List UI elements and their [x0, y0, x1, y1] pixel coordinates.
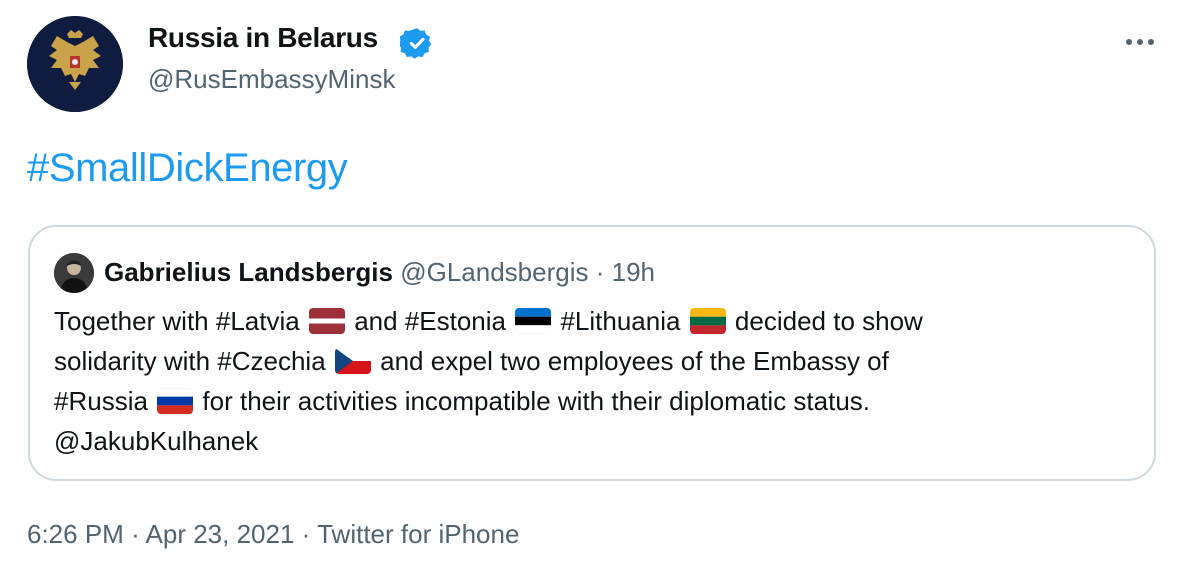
text-segment: for their activities incompatible with t… [202, 386, 871, 416]
quoted-author-avatar[interactable] [54, 253, 94, 293]
quoted-mention-link[interactable]: @JakubKulhanek [54, 421, 1134, 461]
quoted-line-3: #Russia for their activities incompatibl… [54, 381, 1134, 421]
quoted-header: Gabrielius Landsbergis @GLandsbergis · 1… [104, 257, 655, 288]
text-segment: decided to show [734, 306, 923, 336]
text-segment: Together with #Latvia [54, 306, 300, 336]
verified-badge-icon [400, 28, 432, 59]
author-display-name[interactable]: Russia in Belarus [148, 22, 378, 54]
quoted-timestamp[interactable]: 19h [612, 257, 655, 287]
text-segment: solidarity with #Czechia [54, 346, 326, 376]
more-options-icon[interactable] [1122, 30, 1158, 54]
quoted-tweet-card[interactable]: Gabrielius Landsbergis @GLandsbergis · 1… [28, 225, 1156, 481]
quoted-author-handle[interactable]: @GLandsbergis [400, 257, 588, 287]
quoted-line-2: solidarity with #Czechia and expel two e… [54, 341, 1134, 381]
author-handle[interactable]: @RusEmbassyMinsk [148, 64, 395, 95]
quoted-tweet-text: Together with #Latvia and #Estonia #Lith… [54, 301, 1134, 461]
author-avatar[interactable] [27, 16, 123, 112]
text-segment: and #Estonia [354, 306, 506, 336]
tweet-time[interactable]: 6:26 PM [27, 519, 124, 549]
text-segment: #Russia [54, 386, 148, 416]
person-photo-icon [54, 253, 94, 293]
separator-dot: · [595, 257, 605, 287]
russia-flag-icon [157, 388, 194, 414]
tweet-hashtag-link[interactable]: #SmallDickEnergy [27, 146, 348, 191]
estonia-flag-icon [515, 308, 552, 334]
quoted-line-1: Together with #Latvia and #Estonia #Lith… [54, 301, 1134, 341]
tweet-date[interactable]: Apr 23, 2021 [146, 519, 295, 549]
text-segment: and expel two employees of the Embassy o… [380, 346, 889, 376]
quoted-author-name[interactable]: Gabrielius Landsbergis [104, 257, 393, 287]
tweet-metadata: 6:26 PM · Apr 23, 2021 · Twitter for iPh… [27, 519, 519, 550]
latvia-flag-icon [308, 308, 345, 334]
text-segment: #Lithuania [560, 306, 681, 336]
separator-dot: · [131, 519, 140, 549]
separator-dot: · [301, 519, 311, 549]
czechia-flag-icon [334, 348, 371, 374]
tweet-source[interactable]: Twitter for iPhone [317, 519, 519, 549]
lithuania-flag-icon [689, 308, 726, 334]
russian-coat-of-arms-icon [27, 16, 123, 112]
